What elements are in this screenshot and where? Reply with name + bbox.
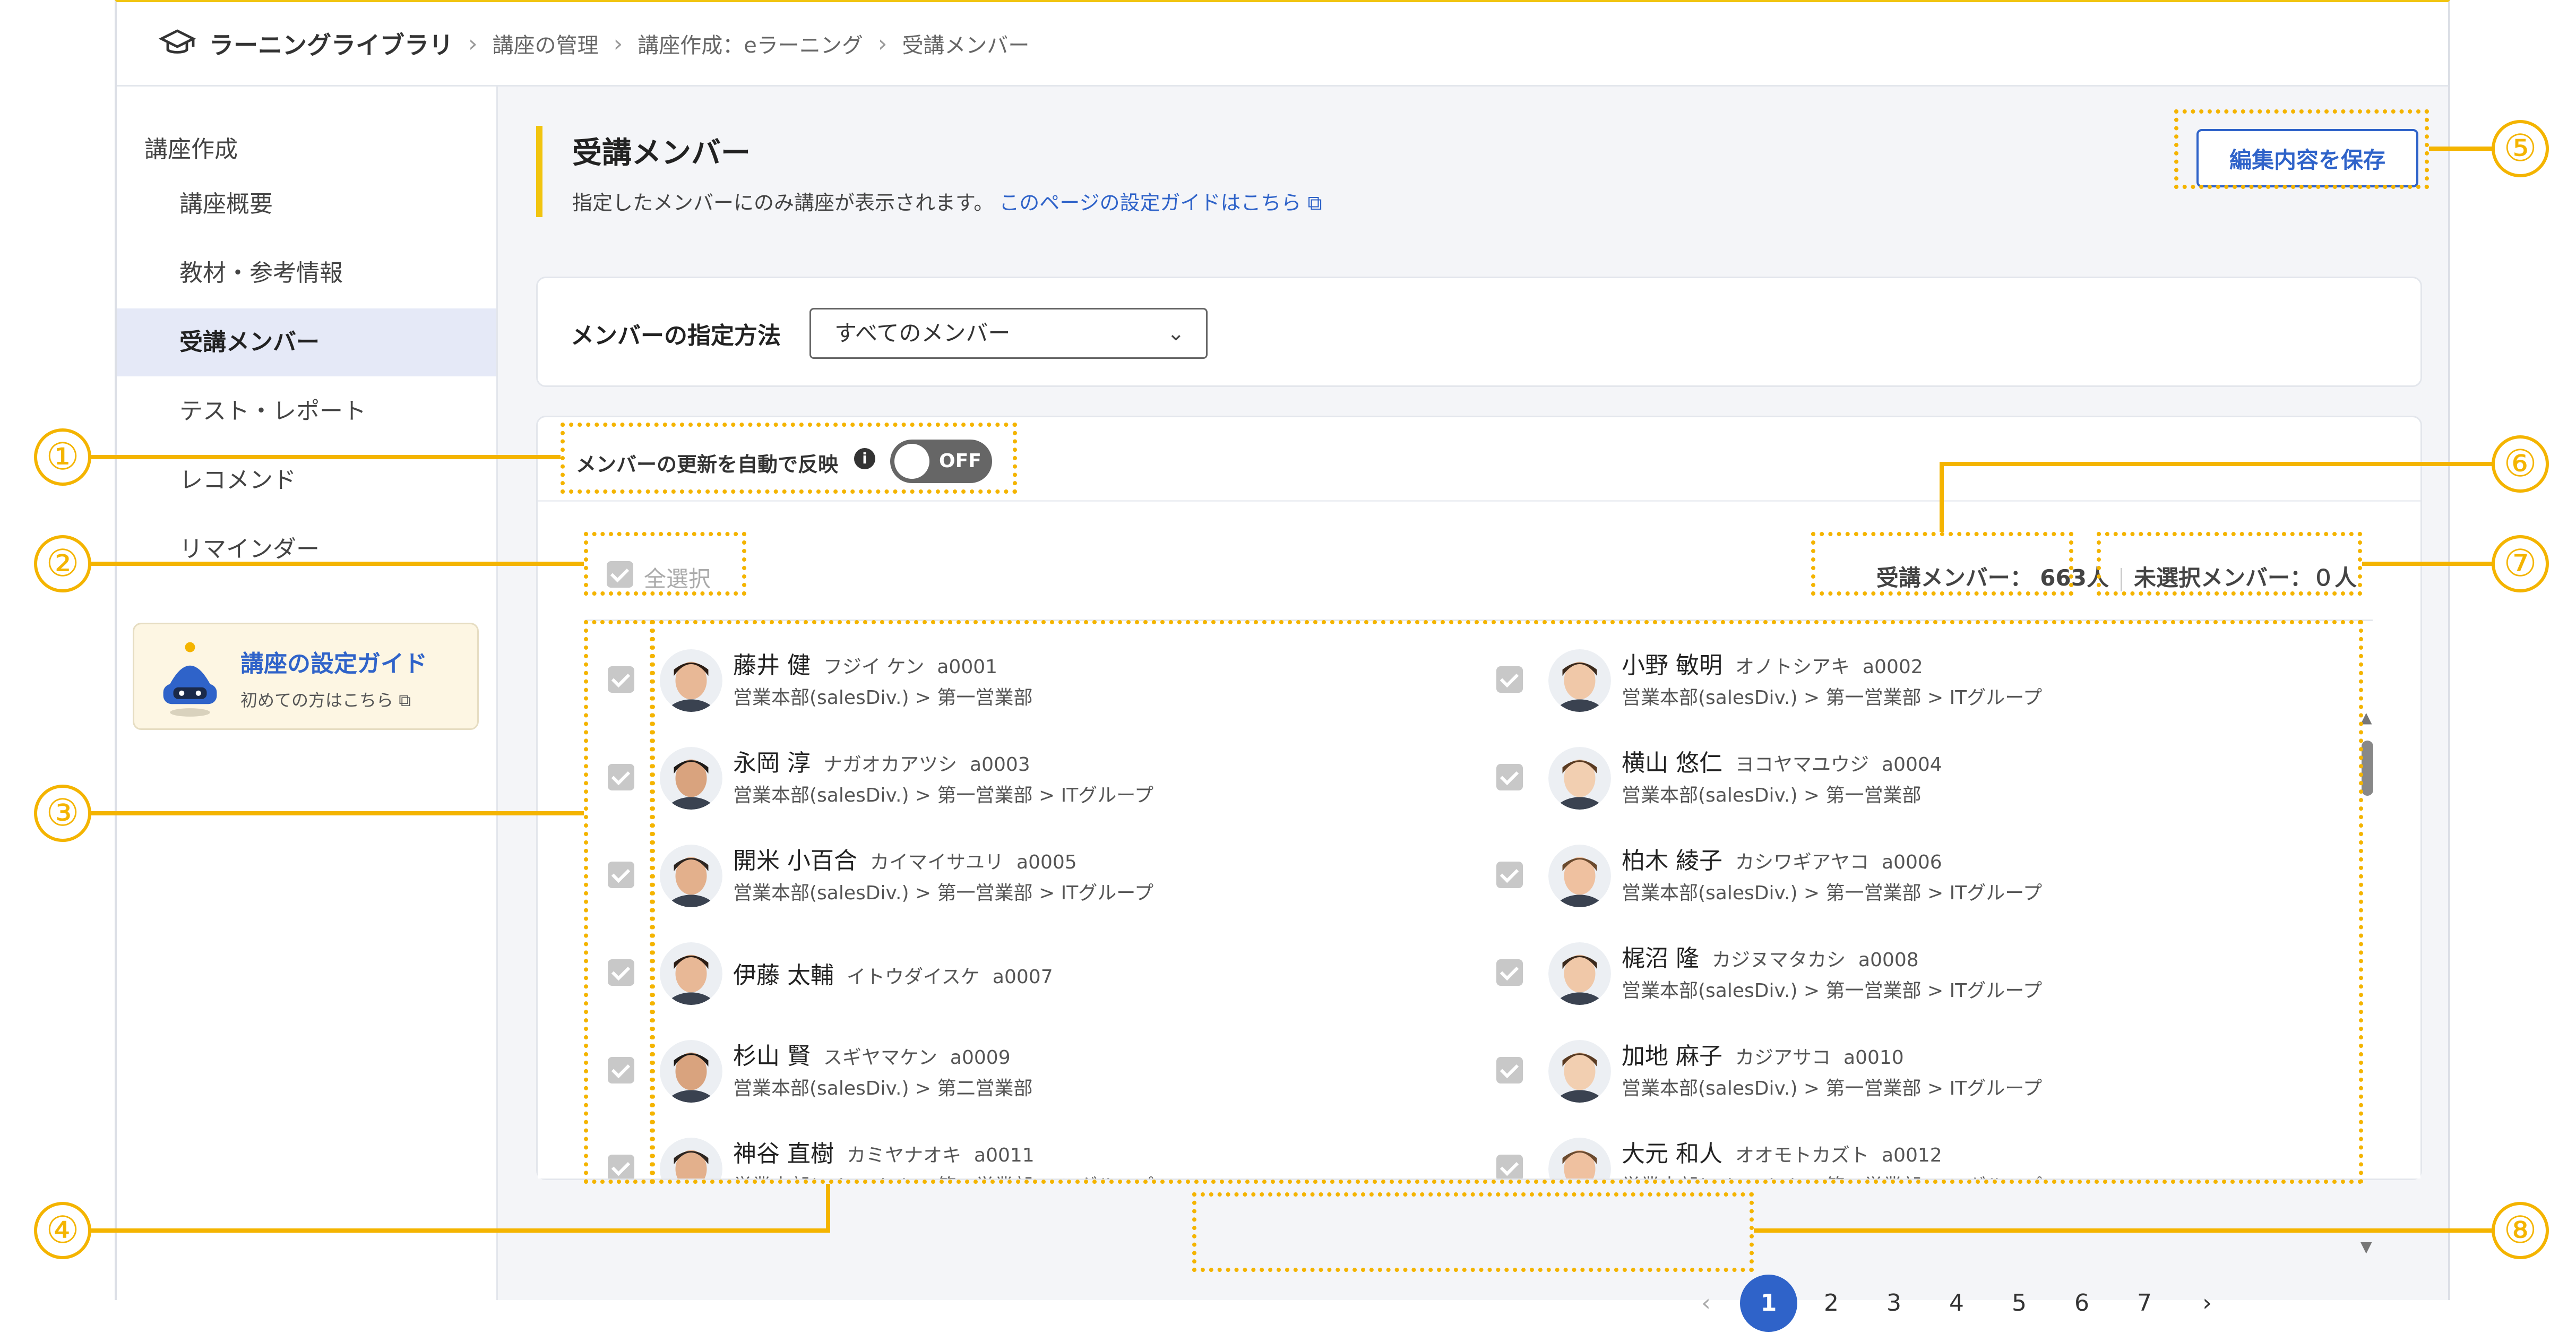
member-method-card: メンバーの指定方法 すべてのメンバー ⌄ [536,277,2422,387]
annotation-number-6: ⑥ [2492,435,2549,493]
annotation-line-2 [91,562,584,566]
sidebar-item-reminder[interactable]: リマインダー [117,515,496,583]
robot-icon [163,642,217,717]
annotation-line-6a [1940,462,1944,532]
annotation-line-3 [91,811,584,815]
setup-guide-subtitle: 初めての方はこちら ⧉ [240,690,411,710]
page-guide-link[interactable]: このページの設定ガイドはこちら ⧉ [999,191,1322,214]
chevron-right-icon: › [468,30,478,57]
annotation-box-5 [2174,109,2429,189]
annotation-number-8: ⑧ [2492,1202,2549,1259]
scroll-down-icon[interactable]: ▼ [2360,1238,2372,1255]
annotation-line-6b [1940,462,2497,466]
sidebar-group-title: 講座作成 [144,136,238,163]
annotation-box-7 [2097,532,2362,596]
scrollbar-thumb[interactable] [2362,741,2373,796]
annotation-number-7: ⑦ [2492,535,2549,592]
annotation-box-8 [1192,1192,1754,1272]
page-3[interactable]: 3 [1865,1275,1923,1332]
annotation-number-1: ① [34,428,91,486]
annotation-box-6 [1811,532,2073,596]
chevron-right-icon: › [613,30,623,57]
annotation-line-1 [91,455,561,459]
chevron-down-icon: ⌄ [1167,321,1185,346]
breadcrumb-brand[interactable]: ラーニングライブラリ [209,26,453,61]
breadcrumb-item-course-management[interactable]: 講座の管理 [493,28,599,59]
sidebar-item-materials[interactable]: 教材・参考情報 [117,239,496,307]
external-link-icon: ⧉ [399,690,411,710]
title-accent-bar [536,126,542,217]
annotation-number-5: ⑤ [2492,120,2549,177]
page-2[interactable]: 2 [1803,1275,1860,1332]
breadcrumb-item-current: 受講メンバー [902,33,1030,58]
annotation-box-4 [651,620,2363,1184]
annotation-number-2: ② [34,535,91,592]
annotation-number-4: ④ [34,1202,91,1259]
external-link-icon: ⧉ [1307,191,1322,214]
annotation-line-7 [2362,562,2498,566]
sidebar-item-overview[interactable]: 講座概要 [117,170,496,238]
setup-guide-title: 講座の設定ガイド [240,650,427,677]
graduation-cap-icon [158,29,196,54]
sidebar: 講座作成 講座概要 教材・参考情報 受講メンバー テスト・レポート レコメンド … [117,87,498,1300]
chevron-right-icon: › [877,30,888,57]
annotation-box-2 [584,532,746,596]
page-7[interactable]: 7 [2116,1275,2173,1332]
annotation-line-4a [826,1184,830,1233]
setup-guide-card[interactable]: 講座の設定ガイド 初めての方はこちら ⧉ [133,623,479,730]
member-method-select[interactable]: すべてのメンバー ⌄ [809,308,1208,359]
page-5[interactable]: 5 [1991,1275,2048,1332]
page-4[interactable]: 4 [1928,1275,1985,1332]
pagination-next[interactable]: › [2178,1275,2236,1332]
pagination: ‹ 1 2 3 4 5 6 7 › [1677,1275,2212,1333]
page-title: 受講メンバー [572,136,751,170]
page-6[interactable]: 6 [2053,1275,2110,1332]
annotation-line-8 [1754,1228,2497,1233]
annotation-box-3 [584,620,654,1184]
annotation-number-3: ③ [34,785,91,842]
annotation-line-4b [91,1228,830,1233]
page-description: 指定したメンバーにのみ講座が表示されます。 このページの設定ガイドはこちら ⧉ [572,191,1322,214]
pagination-prev[interactable]: ‹ [1677,1275,1735,1332]
breadcrumb-item-course-create[interactable]: 講座作成：eラーニング [637,28,863,59]
annotation-line-5 [2429,147,2498,151]
page-1[interactable]: 1 [1740,1275,1797,1332]
breadcrumb: ラーニングライブラリ › 講座の管理 › 講座作成：eラーニング › 受講メンバ… [117,2,2448,87]
sidebar-item-members[interactable]: 受講メンバー [117,308,496,376]
sidebar-item-test-report[interactable]: テスト・レポート [117,377,496,445]
annotation-box-1 [561,423,1017,494]
member-method-label: メンバーの指定方法 [571,322,781,349]
